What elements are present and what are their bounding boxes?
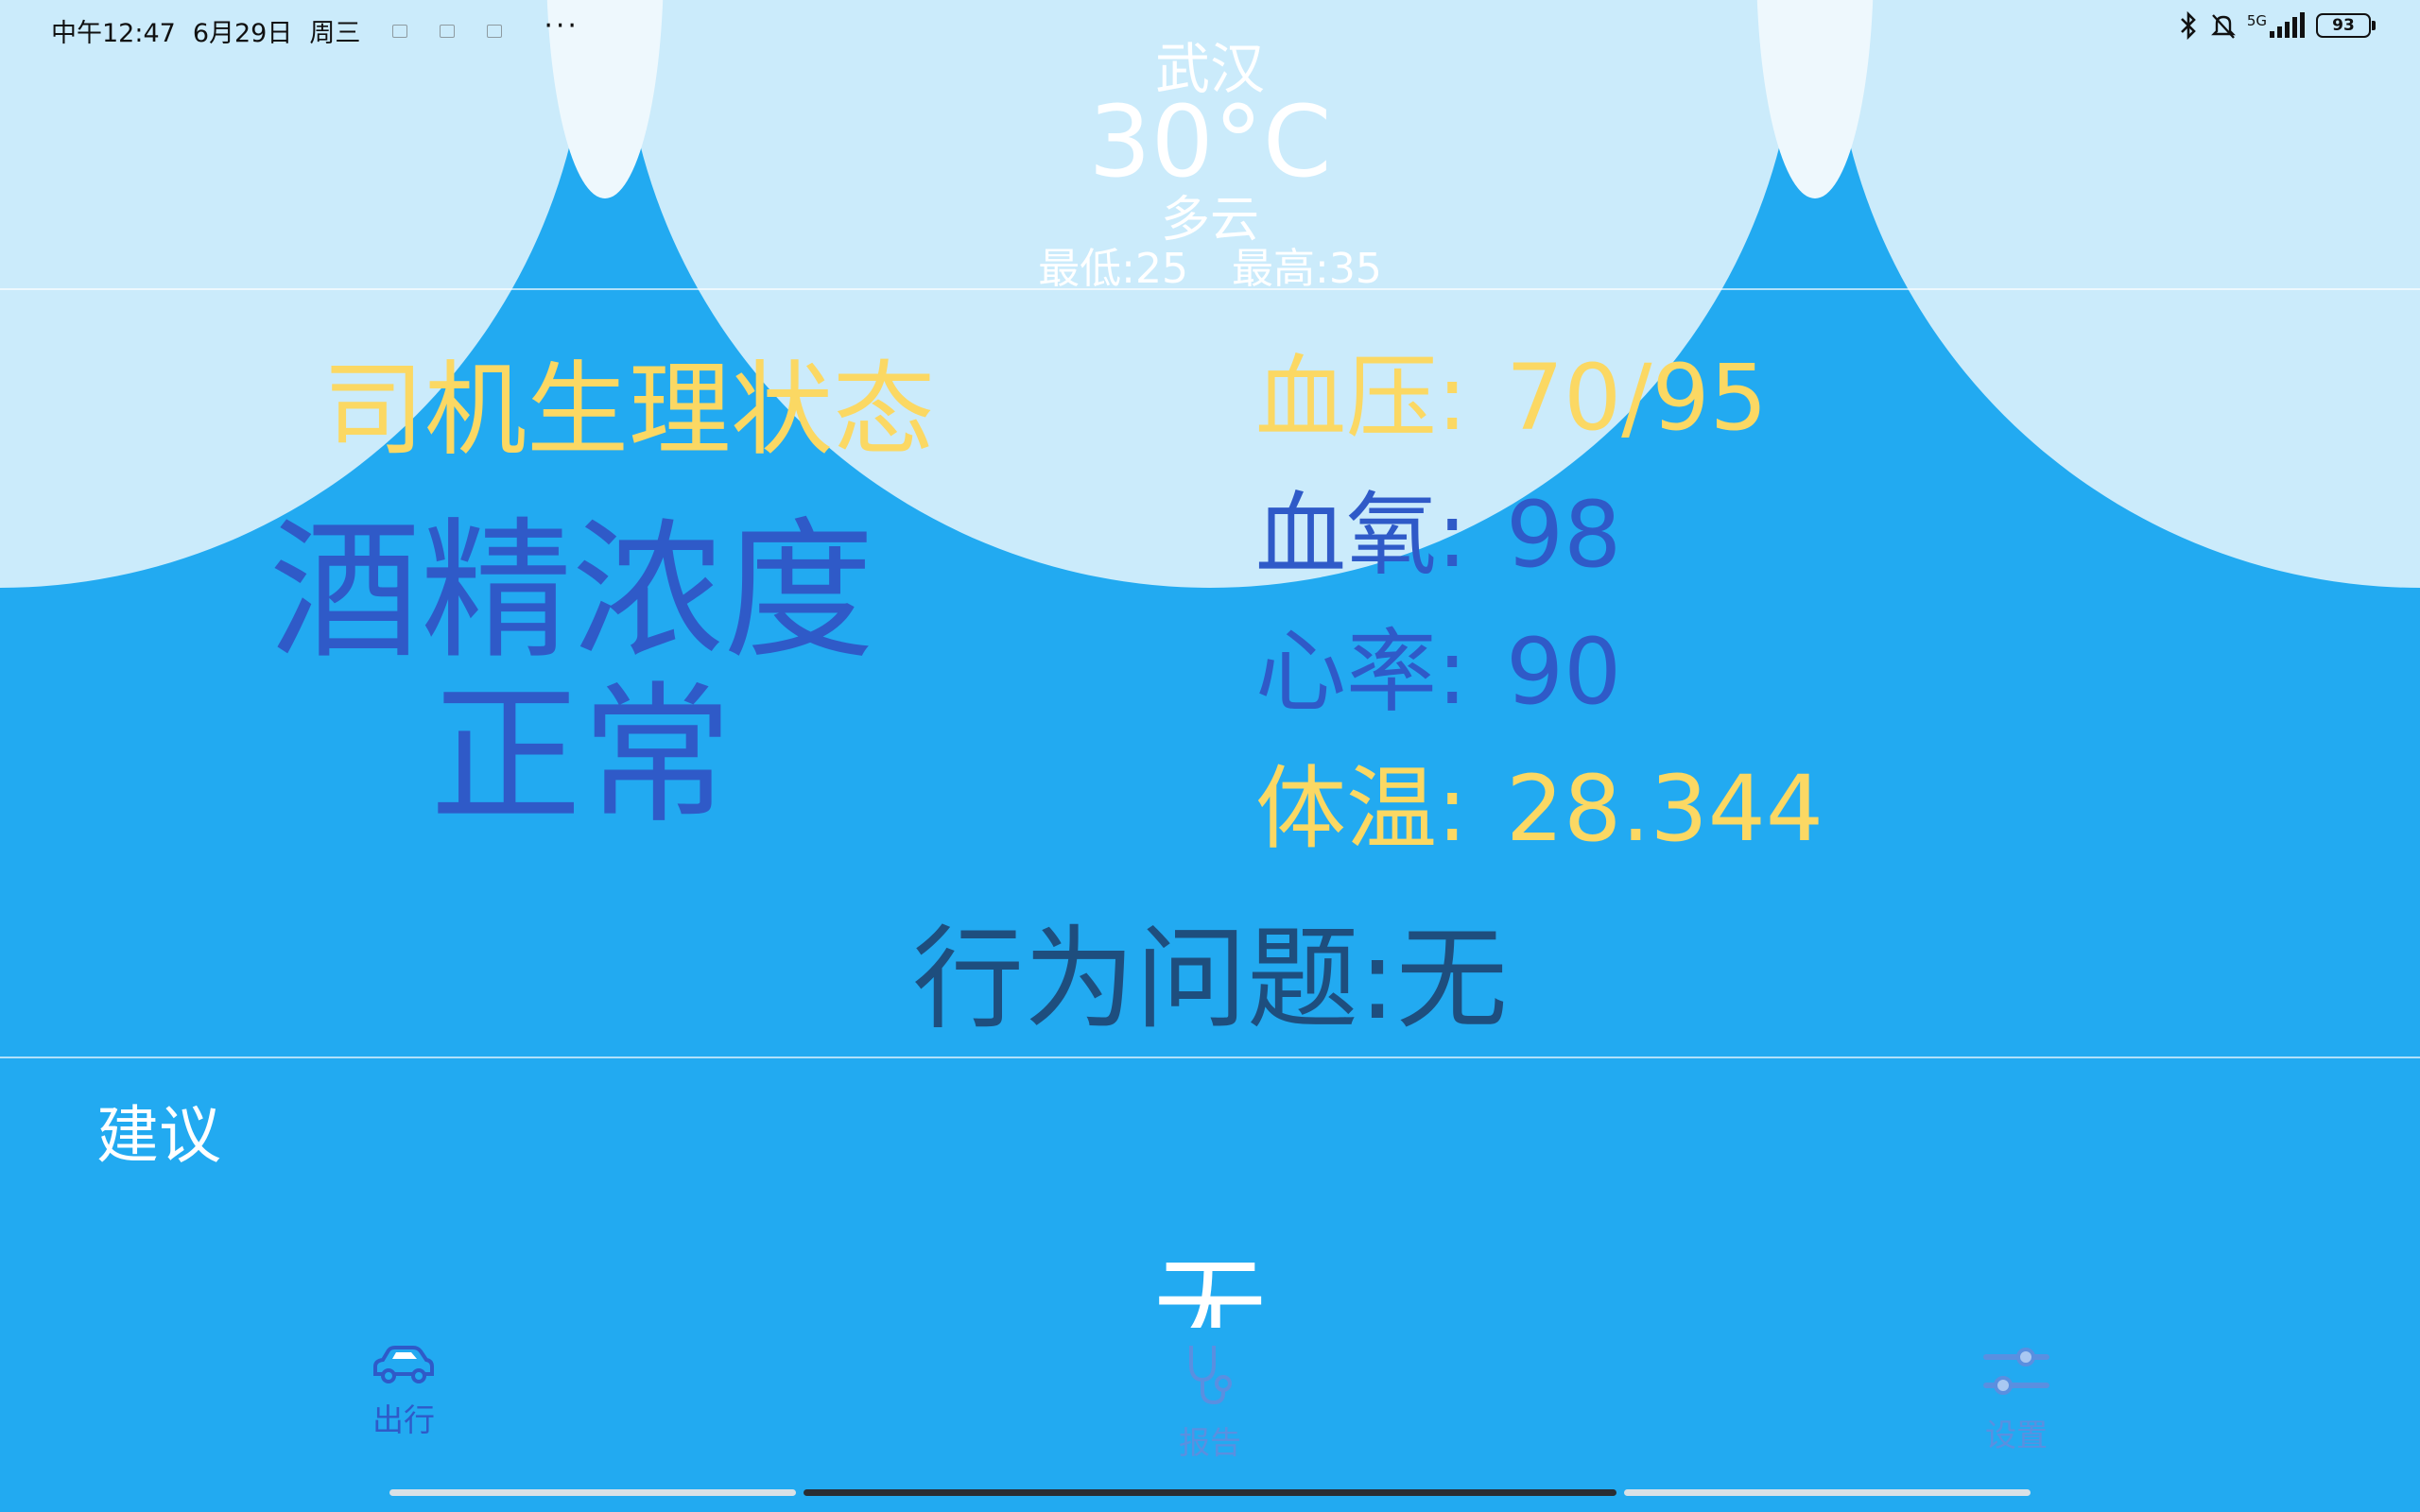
- sliders-icon: [1983, 1348, 2049, 1395]
- divider-bottom: [0, 1057, 2420, 1058]
- vital-label: 体温:: [1255, 756, 1468, 862]
- advice-label: 建议: [96, 1099, 221, 1172]
- weather-temperature: 30°C: [1088, 84, 1332, 199]
- weather-high: 最高:35: [1232, 245, 1382, 293]
- car-icon: [373, 1346, 434, 1383]
- divider-top: [0, 288, 2420, 290]
- nav-item-report[interactable]: 报告: [1068, 1342, 1352, 1463]
- vital-value: 70/95: [1506, 345, 1768, 451]
- driver-status-title: 司机生理状态: [321, 352, 935, 470]
- nav-label: 报告: [1179, 1424, 1241, 1461]
- nav-item-settings[interactable]: 设置: [1875, 1342, 2158, 1455]
- vital-value: 28.344: [1506, 756, 1824, 862]
- vital-blood-pressure: 血压: 70/95: [1255, 324, 1768, 455]
- stethoscope-icon: [1189, 1346, 1232, 1405]
- weather-low: 最低:25: [1038, 245, 1188, 293]
- nav-label: 出行: [372, 1401, 435, 1438]
- gesture-bar-right: [1624, 1489, 2031, 1496]
- vital-body-temperature: 体温: 28.344: [1255, 735, 1824, 867]
- vital-value: 90: [1506, 619, 1622, 725]
- vital-blood-oxygen: 血氧: 98: [1255, 461, 1621, 593]
- gesture-bar-home[interactable]: [804, 1489, 1616, 1496]
- advice-value: 无: [1153, 1246, 1267, 1328]
- gesture-bar-left: [389, 1489, 796, 1496]
- vital-value: 98: [1506, 482, 1622, 588]
- nav-item-trip[interactable]: 出行: [262, 1342, 545, 1440]
- weather-range: 最低:25 最高:35: [0, 234, 2420, 295]
- nav-label: 设置: [1985, 1417, 2048, 1453]
- vital-heart-rate: 心率: 90: [1255, 598, 1621, 730]
- vital-label: 心率:: [1255, 619, 1468, 725]
- vital-label: 血压:: [1255, 345, 1468, 451]
- vital-label: 血氧:: [1255, 482, 1468, 588]
- behavior-issue: 行为问题:无: [912, 914, 1508, 1044]
- alcohol-value: 正常: [429, 667, 733, 844]
